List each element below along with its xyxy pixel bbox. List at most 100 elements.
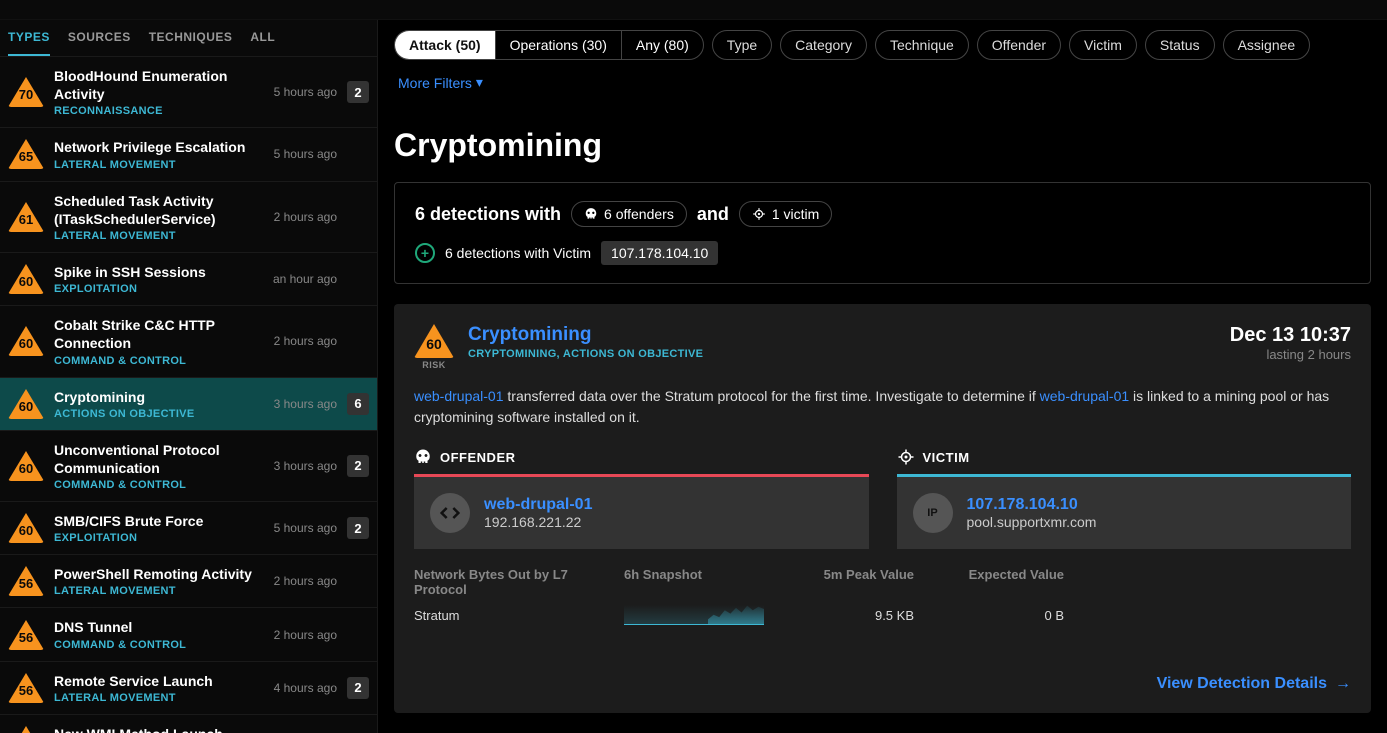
tab-techniques[interactable]: TECHNIQUES [149,30,233,56]
view-details-link[interactable]: View Detection Details → [1157,675,1351,693]
detection-item[interactable]: 65Network Privilege EscalationLATERAL MO… [0,128,377,181]
filter-assignee[interactable]: Assignee [1223,30,1311,60]
detection-name: Cryptomining [54,388,264,406]
detection-name: Spike in SSH Sessions [54,263,263,281]
filter-bar: Attack (50) Operations (30) Any (80) Typ… [394,20,1371,107]
warning-triangle-icon: 61 [8,202,44,232]
filter-status[interactable]: Status [1145,30,1215,60]
filter-any[interactable]: Any (80) [622,31,703,59]
ip-icon: IP [913,493,953,533]
detection-item[interactable]: 60 Cryptomining ACTIONS ON OBJECTIVE 3 hour… [0,378,377,431]
more-filters[interactable]: More Filters ▾ [394,68,487,97]
detection-title: Unconventional Protocol Communication COM… [54,441,264,491]
content-area: Attack (50) Operations (30) Any (80) Typ… [378,20,1387,733]
detection-item[interactable]: 61 Scheduled Task Activity (ITaskSchedule… [0,182,377,253]
victim-name[interactable]: 107.178.104.10 [967,496,1097,514]
offenders-pill[interactable]: 6 offenders [571,201,687,227]
filter-victim[interactable]: Victim [1069,30,1137,60]
warning-triangle-icon: 65 [8,139,44,169]
warning-triangle-icon: 56 [8,726,44,733]
filter-operations[interactable]: Operations (30) [496,31,622,59]
offenders-count: 6 offenders [604,206,674,222]
detection-item[interactable]: 56 Remote Service LaunchLATERAL MOVEMENT 4… [0,662,377,715]
detail-card: 60 RISK Cryptomining CRYPTOMINING, ACTIO… [394,304,1371,713]
detection-title: BloodHound Enumeration Activity RECONNAIS… [54,67,264,117]
detection-item[interactable]: 60Spike in SSH SessionsEXPLOITATIONan ho… [0,253,377,306]
warning-triangle-icon: 60 [8,389,44,419]
victims-pill[interactable]: 1 victim [739,201,832,227]
detection-name: Remote Service Launch [54,672,264,690]
detection-item[interactable]: 56PowerShell Remoting ActivityLATERAL MO… [0,555,377,608]
sidebar: TYPES SOURCES TECHNIQUES ALL 70 BloodHoun… [0,20,378,733]
detection-category: COMMAND & CONTROL [54,479,264,491]
tab-all[interactable]: ALL [250,30,275,56]
warning-triangle-icon: 60 [8,513,44,543]
summary-and: and [697,204,729,225]
risk-score: 60 [414,336,454,352]
detection-list[interactable]: 70 BloodHound Enumeration Activity RECONNA… [0,57,377,733]
detection-title: Spike in SSH SessionsEXPLOITATION [54,263,263,295]
detection-item[interactable]: 70 BloodHound Enumeration Activity RECONNA… [0,57,377,128]
target-icon [752,207,766,221]
detection-item[interactable]: 56New WMI Method LaunchLATERAL MOVEMENT5… [0,715,377,733]
detection-item[interactable]: 56DNS TunnelCOMMAND & CONTROL2 hours ago [0,608,377,661]
tab-sources[interactable]: SOURCES [68,30,131,56]
filter-attack[interactable]: Attack (50) [395,31,496,59]
tab-types[interactable]: TYPES [8,30,50,56]
detection-title: DNS TunnelCOMMAND & CONTROL [54,618,264,650]
detection-category: EXPLOITATION [54,532,264,544]
detection-title: Scheduled Task Activity (ITaskSchedulerS… [54,192,264,242]
add-filter-icon[interactable]: + [415,243,435,263]
risk-badge: 56 [8,619,44,651]
metrics-header: Network Bytes Out by L7 Protocol 6h Snap… [414,567,1351,597]
card-title[interactable]: Cryptomining [468,324,703,346]
detection-time: 3 hours ago [274,459,337,473]
host-link-2[interactable]: web-drupal-01 [1040,388,1130,404]
risk-badge: 61 [8,201,44,233]
detection-category: LATERAL MOVEMENT [54,230,264,242]
filter-category[interactable]: Category [780,30,867,60]
card-description: web-drupal-01 transferred data over the … [414,386,1351,428]
offender-ip: 192.168.221.22 [484,514,592,530]
detection-time: 2 hours ago [274,574,337,588]
detection-item[interactable]: 60Cobalt Strike C&C HTTP ConnectionCOMMA… [0,306,377,377]
risk-badge: 56 [8,672,44,704]
risk-badge: 70 [8,76,44,108]
detection-time: 2 hours ago [274,334,337,348]
warning-triangle-icon: 60 [414,324,454,358]
risk-badge: 60 [8,388,44,420]
risk-badge: 60 [8,450,44,482]
detection-item[interactable]: 60 Unconventional Protocol Communication C… [0,431,377,502]
risk-score: 70 [8,87,44,102]
detection-name: Unconventional Protocol Communication [54,441,264,477]
expected-value: 0 B [924,608,1064,623]
detection-category: ACTIONS ON OBJECTIVE [54,408,264,420]
card-subtitle: CRYPTOMINING, ACTIONS ON OBJECTIVE [468,348,703,360]
risk-score: 56 [8,683,44,698]
detection-time: 5 hours ago [274,85,337,99]
detection-title: Cryptomining ACTIONS ON OBJECTIVE [54,388,264,420]
filter-offender[interactable]: Offender [977,30,1061,60]
warning-triangle-icon: 56 [8,673,44,703]
risk-score: 56 [8,630,44,645]
detection-time: 4 hours ago [274,681,337,695]
detection-name: BloodHound Enumeration Activity [54,67,264,103]
detection-title: Remote Service LaunchLATERAL MOVEMENT [54,672,264,704]
filter-type[interactable]: Type [712,30,772,60]
victim-box: VICTIM IP 107.178.104.10 pool.supportxmr… [897,448,1352,549]
offender-name[interactable]: web-drupal-01 [484,496,592,514]
host-link-1[interactable]: web-drupal-01 [414,388,504,404]
filter-technique[interactable]: Technique [875,30,969,60]
sidebar-tabs: TYPES SOURCES TECHNIQUES ALL [0,20,377,57]
detection-category: RECONNAISSANCE [54,105,264,117]
victim-ip-chip[interactable]: 107.178.104.10 [601,241,718,265]
detection-item[interactable]: 60SMB/CIFS Brute ForceEXPLOITATION5 hour… [0,502,377,555]
skull-icon [414,448,432,466]
detection-name: PowerShell Remoting Activity [54,565,264,583]
detection-time: 3 hours ago [274,397,337,411]
detection-name: New WMI Method Launch [54,725,264,733]
detection-count: 2 [347,517,369,539]
skull-icon [584,207,598,221]
risk-badge: 65 [8,138,44,170]
detection-category: LATERAL MOVEMENT [54,159,264,171]
